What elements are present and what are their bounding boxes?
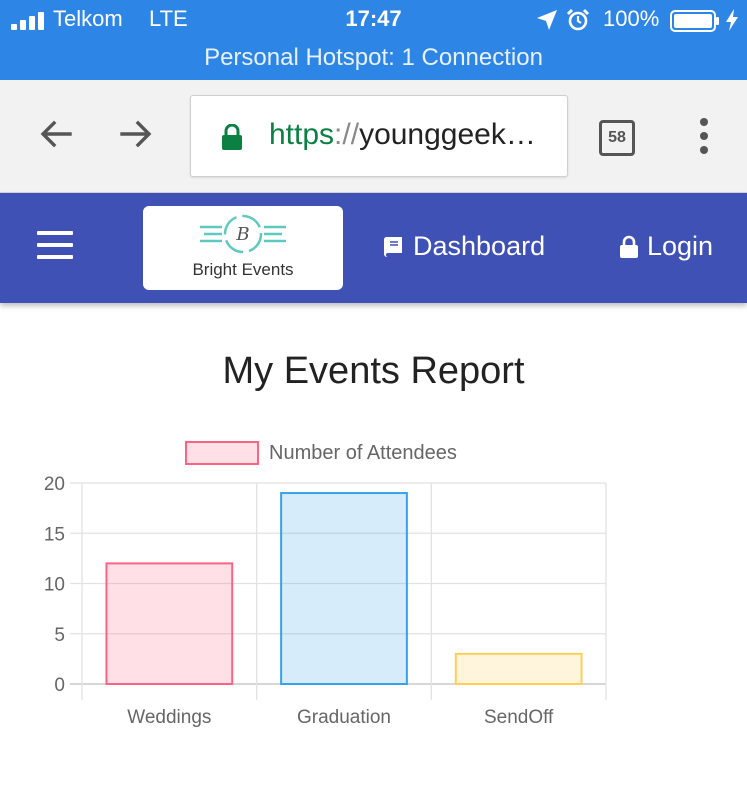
forward-arrow-icon[interactable] [116, 114, 156, 154]
page-title: My Events Report [222, 350, 525, 392]
nav-link-dashboard[interactable]: Dashboard [381, 231, 545, 262]
y-tick-label: 5 [54, 625, 65, 646]
nav-link-label: Login [647, 231, 714, 261]
x-tick-label: Graduation [297, 707, 391, 728]
x-tick-label: Weddings [127, 707, 211, 728]
status-bar: Telkom LTE 17:47 100% Personal Hotspot: … [0, 0, 747, 80]
lock-icon [620, 235, 638, 258]
nav-link-login[interactable]: Login [619, 231, 713, 262]
brand-mark: B [235, 224, 249, 245]
y-tick-label: 20 [44, 474, 65, 495]
tab-count-button[interactable]: 58 [599, 120, 635, 156]
bar-sendoff [454, 652, 583, 686]
brand-logo[interactable]: B Bright Events [143, 206, 343, 290]
app-navbar: B Bright Events Dashboard Login [0, 193, 747, 303]
back-arrow-icon[interactable] [36, 114, 76, 154]
x-tick-label: SendOff [484, 707, 554, 728]
nav-link-label: Dashboard [413, 231, 546, 261]
alarm-icon [566, 8, 590, 31]
bar-weddings [105, 562, 234, 685]
events-bar-chart: Number of Attendees 0 5 10 15 20 Weddings Grad… [0, 430, 747, 750]
battery-icon [670, 10, 719, 32]
y-tick-label: 0 [54, 675, 65, 696]
url-scheme: https [269, 118, 335, 151]
bar-graduation [280, 492, 408, 685]
battery-percent: 100% [603, 6, 660, 31]
book-icon [383, 236, 402, 257]
more-vert-icon[interactable] [694, 116, 714, 156]
charging-icon [726, 9, 738, 31]
hotspot-banner[interactable]: Personal Hotspot: 1 Connection [0, 44, 747, 72]
browser-toolbar: https://younggeek… 58 [0, 80, 747, 193]
chart-canvas: 0 5 10 15 20 Weddings Graduation SendOff [44, 474, 607, 728]
brand-name: Bright Events [192, 260, 294, 279]
lock-icon [222, 124, 242, 150]
url-host: younggeek… [359, 118, 536, 151]
y-tick-label: 15 [44, 524, 65, 545]
url-separator: :// [334, 118, 360, 151]
address-bar[interactable]: https://younggeek… [190, 95, 568, 177]
bright-events-logo-icon: B [200, 214, 286, 254]
location-icon [537, 10, 557, 30]
url-text[interactable]: https://younggeek… [269, 118, 536, 152]
y-tick-label: 10 [44, 575, 65, 596]
hamburger-menu-icon[interactable] [37, 231, 73, 261]
